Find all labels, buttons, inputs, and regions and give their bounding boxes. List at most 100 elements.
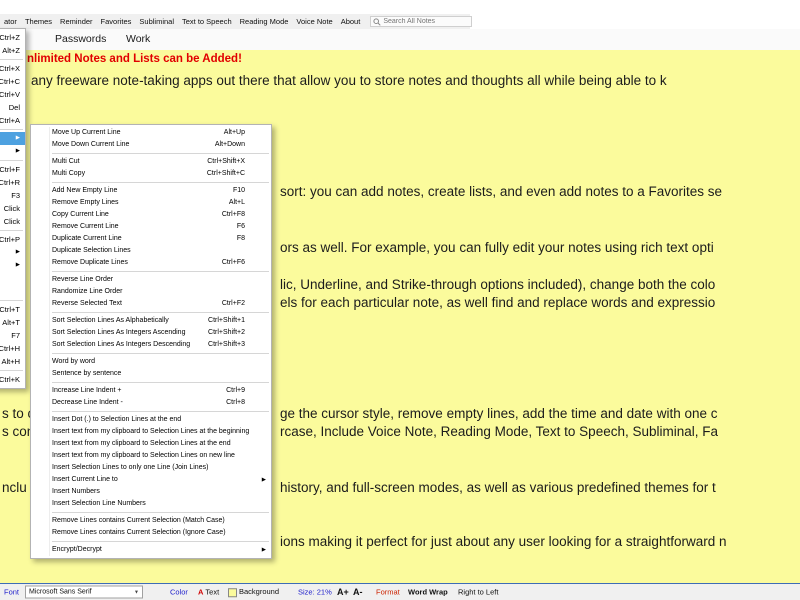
menu-separator	[52, 271, 269, 272]
menu-item-decrease-line-indent[interactable]: Decrease Line Indent - Ctrl+8	[31, 397, 271, 409]
increase-font-button[interactable]: A+	[337, 587, 349, 597]
menu-item-reverse-selected-text[interactable]: Reverse Selected Text Ctrl+F2	[31, 298, 271, 310]
menu-item-shortcut: Ctrl+C	[0, 77, 20, 86]
menu-item[interactable]: Ctrl+R	[0, 176, 25, 189]
menubar-item-about[interactable]: About	[337, 14, 365, 29]
menu-item[interactable]: Ctrl+T	[0, 303, 25, 316]
note-text-line: ge the cursor style, remove empty lines,…	[280, 406, 718, 421]
menu-item-insert-text-from-my-clipboard-to-selecti[interactable]: Insert text from my clipboard to Selecti…	[31, 426, 271, 438]
menu-item-insert-current-line-to[interactable]: Insert Current Line to ▶	[31, 474, 271, 486]
background-button-label: Background	[239, 587, 280, 597]
submenu-arrow-icon: ▶	[15, 148, 20, 154]
menubar-item-favorites[interactable]: Favorites	[97, 14, 136, 29]
right-to-left-toggle[interactable]: Right to Left	[458, 588, 498, 597]
menu-item-word-by-word[interactable]: Word by word	[31, 356, 271, 368]
menu-item-insert-selection-lines-to-only-one-line-[interactable]: Insert Selection Lines to only one Line …	[31, 462, 271, 474]
menu-item[interactable]	[0, 272, 25, 285]
menu-item-sort-selection-lines-as-integers-ascendi[interactable]: Sort Selection Lines As Integers Ascendi…	[31, 327, 271, 339]
menu-item-multi-cut[interactable]: Multi Cut Ctrl+Shift+X	[31, 156, 271, 168]
menu-item[interactable]: Ctrl+P	[0, 233, 25, 246]
menu-item-label: Insert text from my clipboard to Selecti…	[52, 452, 235, 459]
menubar: ator Themes Reminder Favorites Subliminal Tex…	[0, 14, 473, 29]
menu-item[interactable]: Ctrl+H	[0, 342, 25, 355]
search-input[interactable]	[381, 18, 470, 25]
search-box[interactable]	[370, 16, 473, 27]
menu-item-insert-selection-line-numbers[interactable]: Insert Selection Line Numbers	[31, 498, 271, 510]
text-color-icon: A	[198, 587, 204, 597]
menu-item[interactable]: ▶	[0, 259, 25, 272]
menu-item[interactable]: Ctrl+F	[0, 163, 25, 176]
note-text-line: ions making it perfect for just about an…	[280, 534, 727, 549]
menu-item[interactable]: Ctrl+V	[0, 88, 25, 101]
menu-item[interactable]: Del	[0, 101, 25, 114]
text-color-button[interactable]: A Text	[198, 588, 219, 597]
menubar-item-themes[interactable]: Themes	[21, 14, 56, 29]
menu-item-sort-selection-lines-as-integers-descend[interactable]: Sort Selection Lines As Integers Descend…	[31, 339, 271, 351]
background-color-button[interactable]: Background	[228, 587, 279, 597]
menu-item[interactable]: Alt+H	[0, 355, 25, 368]
menu-item[interactable]: Ctrl+X	[0, 62, 25, 75]
menu-item-insert-dot-to-selection-lines-at-the-end[interactable]: Insert Dot (.) to Selection Lines at the…	[31, 414, 271, 426]
menu-item-move-down-current-line[interactable]: Move Down Current Line Alt+Down	[31, 139, 271, 151]
menu-separator	[52, 353, 269, 354]
menu-item[interactable]: Alt+Z	[0, 44, 25, 57]
menu-separator	[52, 312, 269, 313]
menubar-item-text-to-speech[interactable]: Text to Speech	[178, 14, 236, 29]
menu-item-remove-duplicate-lines[interactable]: Remove Duplicate Lines Ctrl+F6	[31, 257, 271, 269]
word-wrap-toggle[interactable]: Word Wrap	[408, 588, 448, 597]
menu-item-copy-current-line[interactable]: Copy Current Line Ctrl+F8	[31, 209, 271, 221]
context-menu: Ctrl+Z Alt+Z Ctrl+X Ctrl+C Ctrl+V Del Ctrl+A ▶ ▶…	[0, 28, 26, 389]
menu-item[interactable]: Ctrl+K	[0, 373, 25, 386]
menu-item-shortcut: Ctrl+Z	[0, 33, 20, 42]
decrease-font-button[interactable]: A-	[353, 587, 363, 597]
menu-item[interactable]: ▶	[0, 145, 25, 158]
menu-item-move-up-current-line[interactable]: Move Up Current Line Alt+Up	[31, 127, 271, 139]
menu-item-label: Encrypt/Decrypt	[52, 546, 102, 553]
app-window: ator Themes Reminder Favorites Subliminal Tex…	[0, 0, 800, 600]
menu-item-shortcut: Alt+Z	[2, 46, 20, 55]
menu-item[interactable]: Alt+T	[0, 316, 25, 329]
menu-item-remove-lines-contains-current-selection-[interactable]: Remove Lines contains Current Selection …	[31, 527, 271, 539]
menu-item-insert-numbers[interactable]: Insert Numbers	[31, 486, 271, 498]
menu-item-remove-lines-contains-current-selection-[interactable]: Remove Lines contains Current Selection …	[31, 515, 271, 527]
menu-item[interactable]: Click	[0, 202, 25, 215]
menu-item-shortcut: Ctrl+H	[0, 344, 20, 353]
menu-item-remove-empty-lines[interactable]: Remove Empty Lines Alt+L	[31, 197, 271, 209]
menu-item[interactable]: ▶	[0, 246, 25, 259]
tab-work[interactable]: Work	[126, 33, 150, 45]
chevron-down-icon: ▼	[134, 589, 139, 595]
menubar-item-ator[interactable]: ator	[0, 14, 21, 29]
menu-item-shortcut: Click	[3, 204, 20, 213]
menu-item-insert-text-from-my-clipboard-to-selecti[interactable]: Insert text from my clipboard to Selecti…	[31, 450, 271, 462]
menu-item-duplicate-current-line[interactable]: Duplicate Current Line F8	[31, 233, 271, 245]
menu-item[interactable]: Ctrl+A	[0, 114, 25, 127]
menu-item[interactable]: Ctrl+C	[0, 75, 25, 88]
lines-submenu: Move Up Current Line Alt+Up Move Down Curr…	[30, 124, 272, 559]
menu-item-sentence-by-sentence[interactable]: Sentence by sentence	[31, 368, 271, 380]
menu-item-label: Insert text from my clipboard to Selecti…	[52, 440, 231, 447]
menubar-item-subliminal[interactable]: Subliminal	[135, 14, 178, 29]
format-button[interactable]: Format	[376, 588, 400, 597]
menu-item-increase-line-indent[interactable]: Increase Line Indent + Ctrl+9	[31, 385, 271, 397]
menu-item-remove-current-line[interactable]: Remove Current Line F6	[31, 221, 271, 233]
menubar-item-reminder[interactable]: Reminder	[56, 14, 97, 29]
menu-item[interactable]: F3	[0, 189, 25, 202]
menu-item[interactable]: F7	[0, 329, 25, 342]
background-color-swatch-icon	[228, 587, 237, 597]
menu-item-encrypt-decrypt[interactable]: Encrypt/Decrypt ▶	[31, 544, 271, 556]
menu-item-add-new-empty-line[interactable]: Add New Empty Line F10	[31, 185, 271, 197]
font-family-select[interactable]: Microsoft Sans Serif ▼	[25, 585, 143, 599]
menu-item[interactable]: ▶	[0, 132, 25, 145]
tab-passwords[interactable]: Passwords	[55, 33, 106, 45]
menubar-item-voice-note[interactable]: Voice Note	[292, 14, 336, 29]
menubar-item-reading-mode[interactable]: Reading Mode	[236, 14, 293, 29]
menu-item[interactable]	[0, 285, 25, 298]
menu-item-sort-selection-lines-as-alphabetically[interactable]: Sort Selection Lines As Alphabetically Ct…	[31, 315, 271, 327]
menu-item[interactable]: Ctrl+Z	[0, 31, 25, 44]
menu-item-reverse-line-order[interactable]: Reverse Line Order	[31, 274, 271, 286]
menu-item[interactable]: Click	[0, 215, 25, 228]
menu-item-randomize-line-order[interactable]: Randomize Line Order	[31, 286, 271, 298]
menu-item-insert-text-from-my-clipboard-to-selecti[interactable]: Insert text from my clipboard to Selecti…	[31, 438, 271, 450]
menu-item-multi-copy[interactable]: Multi Copy Ctrl+Shift+C	[31, 168, 271, 180]
menu-item-duplicate-selection-lines[interactable]: Duplicate Selection Lines	[31, 245, 271, 257]
